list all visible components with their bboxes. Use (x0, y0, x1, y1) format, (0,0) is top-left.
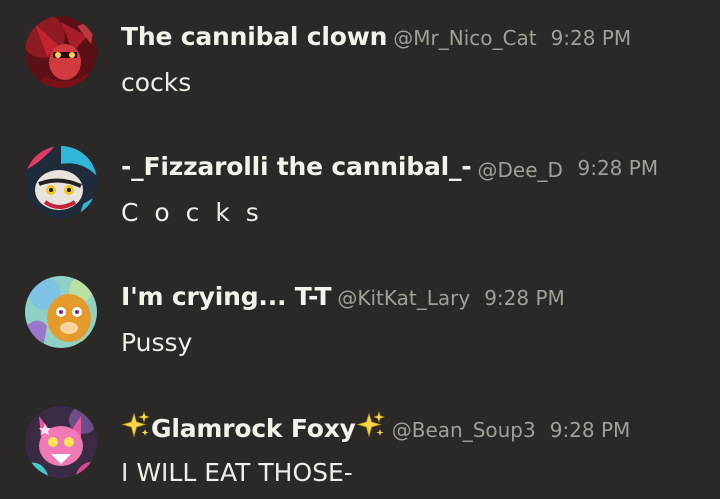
user-handle[interactable]: @Bean_Soup3 (392, 418, 536, 442)
user-handle[interactable]: @Dee_Dee (477, 153, 563, 187)
avatar[interactable] (25, 16, 97, 88)
username-text: Glamrock Foxy (151, 414, 356, 443)
clown-character-avatar-icon (25, 146, 97, 218)
message-header: I'm crying... T-T @KitKat_Lary 9:28 PM (121, 280, 565, 314)
message-text: I WILL EAT THOSE- (121, 458, 353, 487)
timestamp: 9:28 PM (577, 156, 659, 180)
avatar[interactable] (25, 146, 97, 218)
username[interactable]: -_Fizzarolli the cannibal_- (121, 152, 472, 181)
timestamp: 9:28 PM (550, 26, 632, 50)
pink-fox-avatar-icon (25, 406, 97, 478)
avatar[interactable] (25, 276, 97, 348)
user-handle[interactable]: @Mr_Nico_Cat (393, 26, 536, 50)
chat-message: -_Fizzarolli the cannibal_-@Dee_Dee 9:28 … (0, 142, 720, 252)
timestamp: 9:28 PM (484, 286, 565, 310)
message-text: Pussy (121, 328, 193, 357)
chat-message: The cannibal clown @Mr_Nico_Cat 9:28 PM co… (0, 12, 720, 122)
animatronic-avatar-icon (25, 276, 97, 348)
timestamp: 9:28 PM (549, 418, 631, 442)
message-text: C o c k s (121, 198, 263, 227)
red-character-avatar-icon (25, 16, 97, 88)
username[interactable]: The cannibal clown (121, 22, 387, 51)
message-header: Glamrock Foxy @Bean_Soup3 9:28 PM (121, 410, 630, 444)
username[interactable]: I'm crying... T-T (121, 282, 332, 311)
sparkles-icon (121, 411, 150, 438)
username[interactable]: Glamrock Foxy (121, 411, 386, 443)
chat-message: Glamrock Foxy @Bean_Soup3 9:28 PM I WILL E… (0, 402, 720, 499)
avatar[interactable] (25, 406, 97, 478)
message-text: cocks (121, 68, 192, 97)
chat-log: The cannibal clown @Mr_Nico_Cat 9:28 PM co… (0, 0, 720, 499)
message-header: The cannibal clown @Mr_Nico_Cat 9:28 PM (121, 20, 631, 54)
chat-message: I'm crying... T-T @KitKat_Lary 9:28 PM Pus… (0, 272, 720, 382)
sparkles-icon (356, 411, 385, 438)
user-handle[interactable]: @KitKat_Lary (337, 286, 470, 310)
message-header: -_Fizzarolli the cannibal_-@Dee_Dee 9:28 … (121, 150, 658, 184)
